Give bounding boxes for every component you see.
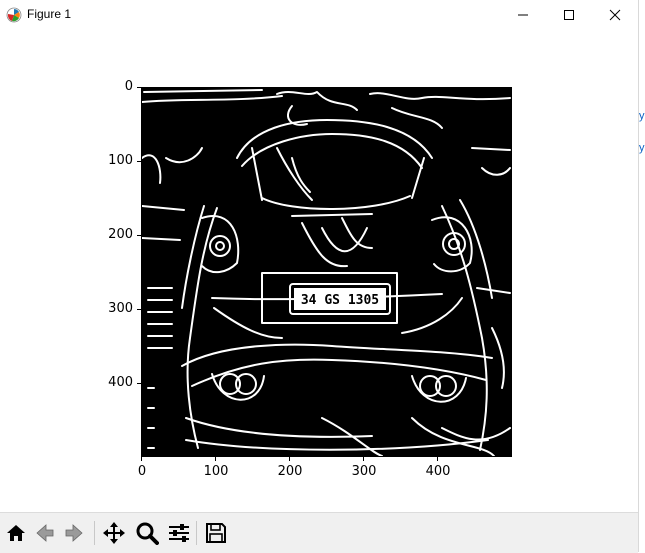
home-icon [7, 525, 25, 541]
y-tick-label: 100 [108, 153, 133, 168]
y-tick-mark [137, 309, 141, 310]
x-tick-label: 300 [351, 464, 377, 479]
background-text: y [639, 142, 645, 154]
forward-icon [65, 524, 83, 542]
back-icon [36, 524, 54, 542]
x-tick-mark [289, 457, 290, 461]
y-tick-mark [137, 161, 141, 162]
toolbar-separator [196, 521, 197, 545]
save-icon [206, 523, 226, 543]
y-tick-mark [137, 383, 141, 384]
x-tick-mark [437, 457, 438, 461]
y-tick-label: 400 [108, 375, 133, 390]
configure-subplots-icon [169, 524, 189, 542]
x-tick-mark [215, 457, 216, 461]
x-tick-label: 0 [137, 464, 147, 479]
minimize-icon [518, 14, 528, 16]
background-text: y [639, 110, 645, 122]
pan-icon [103, 522, 125, 544]
back-button[interactable] [31, 519, 59, 547]
home-button[interactable] [2, 519, 30, 547]
x-tick-mark [141, 457, 142, 461]
figure-window: Figure 1 34 GS 1305 0 100 200 300 400 0 … [0, 0, 639, 553]
y-tick-label: 300 [108, 301, 133, 316]
zoom-icon [136, 522, 159, 545]
edge-detected-car-image: 34 GS 1305 [142, 88, 511, 456]
navigation-toolbar [0, 512, 638, 553]
zoom-button[interactable] [133, 519, 161, 547]
maximize-icon [564, 10, 574, 20]
x-tick-label: 400 [425, 464, 451, 479]
matplotlib-icon [6, 7, 22, 23]
toolbar-separator [94, 521, 95, 545]
y-tick-mark [137, 235, 141, 236]
forward-button[interactable] [60, 519, 88, 547]
maximize-button[interactable] [546, 0, 592, 30]
close-icon [609, 9, 621, 21]
save-button[interactable] [202, 519, 230, 547]
edge-image-axes[interactable]: 34 GS 1305 [141, 87, 512, 457]
y-tick-label: 0 [124, 79, 133, 94]
x-tick-mark [363, 457, 364, 461]
x-tick-label: 200 [277, 464, 303, 479]
configure-subplots-button[interactable] [165, 519, 193, 547]
close-button[interactable] [592, 0, 638, 30]
y-tick-label: 200 [108, 227, 133, 242]
window-title: Figure 1 [27, 7, 72, 21]
x-tick-label: 100 [203, 464, 229, 479]
y-tick-mark [137, 87, 141, 88]
pan-button[interactable] [100, 519, 128, 547]
title-bar[interactable]: Figure 1 [0, 0, 638, 30]
minimize-button[interactable] [500, 0, 546, 30]
license-plate-text: 34 GS 1305 [301, 293, 379, 308]
background-window-strip [639, 0, 645, 552]
